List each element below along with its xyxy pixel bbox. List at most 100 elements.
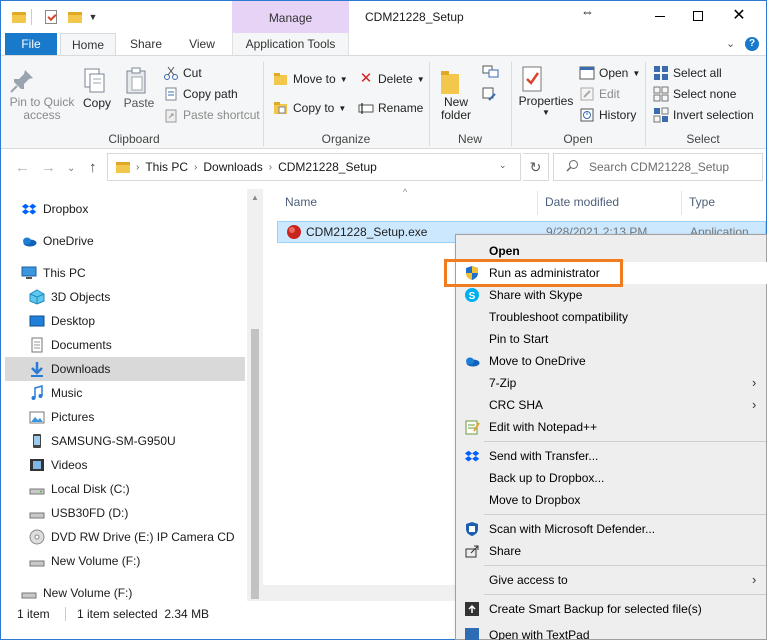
- sidebar-item-documents[interactable]: Documents: [29, 333, 269, 357]
- column-header-type[interactable]: Type: [689, 195, 715, 209]
- menu-item-create-smart-backup[interactable]: Create Smart Backup for selected file(s): [456, 598, 767, 620]
- menu-item-edit-notepadpp[interactable]: Edit with Notepad++: [456, 416, 767, 438]
- copy-path-button[interactable]: Copy path: [163, 85, 238, 103]
- move-to-button[interactable]: Move to ▼: [273, 70, 348, 88]
- copy-to-icon: [273, 100, 289, 116]
- breadcrumb-current[interactable]: CDM21228_Setup: [278, 160, 377, 174]
- menu-item-move-to-dropbox[interactable]: Move to Dropbox: [456, 489, 767, 511]
- invert-selection-button[interactable]: Invert selection: [653, 106, 754, 124]
- new-item-button[interactable]: [481, 64, 505, 85]
- sidebar-item-pictures[interactable]: Pictures: [29, 405, 269, 429]
- collapse-ribbon-icon[interactable]: ⌄: [726, 37, 735, 50]
- easy-access-icon: [481, 86, 497, 102]
- select-none-button[interactable]: Select none: [653, 85, 736, 103]
- sidebar-item-downloads[interactable]: Downloads: [5, 357, 245, 381]
- maximize-button[interactable]: [679, 1, 717, 31]
- menu-item-crc-sha[interactable]: CRC SHA ›: [456, 394, 767, 416]
- back-arrow-icon[interactable]: ←: [15, 159, 30, 176]
- pin-to-quick-access-button[interactable]: Pin to Quick access: [7, 66, 77, 122]
- delete-button[interactable]: ✕ Delete ▼: [358, 70, 425, 88]
- new-folder-button[interactable]: New folder: [435, 66, 477, 122]
- title-bar: ▼ Manage CDM21228_Setup ⇔ ✕: [1, 1, 766, 33]
- nav-pane-scrollbar[interactable]: ▲: [247, 189, 263, 601]
- breadcrumb-this-pc[interactable]: This PC: [145, 160, 188, 174]
- open-icon: [579, 65, 595, 81]
- menu-item-send-with-transfer[interactable]: Send with Transfer...: [456, 445, 767, 467]
- breadcrumb-downloads[interactable]: Downloads: [203, 160, 262, 174]
- open-button[interactable]: Open ▼: [579, 64, 640, 82]
- tab-application-tools[interactable]: Application Tools: [232, 33, 349, 55]
- copy-to-button[interactable]: Copy to ▼: [273, 99, 346, 117]
- scrollbar-thumb[interactable]: [251, 329, 259, 599]
- menu-item-give-access-to[interactable]: Give access to ›: [456, 569, 767, 591]
- column-header-name[interactable]: Name: [285, 195, 317, 209]
- sidebar-item-this-pc[interactable]: This PC: [21, 261, 261, 285]
- scroll-up-icon[interactable]: ▲: [251, 193, 259, 202]
- minimize-button[interactable]: [641, 1, 679, 31]
- sidebar-item-desktop[interactable]: Desktop: [29, 309, 269, 333]
- search-input[interactable]: Search CDM21228_Setup: [553, 153, 763, 181]
- refresh-button[interactable]: ↻: [523, 153, 549, 181]
- tab-share[interactable]: Share: [122, 33, 170, 55]
- menu-item-scan-defender[interactable]: Scan with Microsoft Defender...: [456, 518, 767, 540]
- sidebar-item-dvd[interactable]: DVD RW Drive (E:) IP Camera CD: [29, 525, 259, 549]
- tab-file[interactable]: File: [5, 33, 57, 55]
- address-dropdown-icon[interactable]: ⌄: [499, 160, 507, 171]
- music-icon: [29, 385, 45, 401]
- menu-item-7zip[interactable]: 7-Zip ›: [456, 372, 767, 394]
- tab-view[interactable]: View: [179, 33, 225, 55]
- quick-access-dropdown-icon[interactable]: ▼: [87, 8, 99, 26]
- sidebar-item-new-volume-2[interactable]: New Volume (F:): [21, 581, 261, 605]
- menu-item-share-with-skype[interactable]: S Share with Skype: [456, 284, 767, 306]
- select-all-button[interactable]: Select all: [653, 64, 722, 82]
- paste-icon: [121, 66, 151, 96]
- cut-button[interactable]: Cut: [163, 64, 202, 82]
- divider[interactable]: [537, 191, 538, 215]
- edit-button[interactable]: Edit: [579, 85, 620, 103]
- menu-item-label: Send with Transfer...: [489, 449, 599, 463]
- new-folder-quick-icon[interactable]: [67, 8, 83, 26]
- file-list-horizontal-scrollbar[interactable]: [263, 585, 463, 601]
- sidebar-item-music[interactable]: Music: [29, 381, 269, 405]
- dropdown-arrow-icon: ▼: [632, 68, 641, 78]
- sidebar-item-local-disk[interactable]: Local Disk (C:): [29, 477, 269, 501]
- backup-icon: [464, 601, 480, 617]
- sidebar-item-onedrive[interactable]: OneDrive: [21, 229, 261, 253]
- menu-item-pin-to-start[interactable]: Pin to Start: [456, 328, 767, 350]
- menu-item-share[interactable]: Share: [456, 540, 767, 562]
- sidebar-item-dropbox[interactable]: Dropbox: [21, 197, 261, 221]
- copy-path-icon: [163, 86, 179, 102]
- copy-button[interactable]: Copy: [79, 66, 115, 110]
- easy-access-button[interactable]: [481, 86, 505, 107]
- properties-button[interactable]: Properties ▼: [517, 64, 575, 117]
- menu-item-open-with-textpad[interactable]: Open with TextPad: [456, 624, 767, 640]
- column-header-date[interactable]: Date modified: [545, 195, 619, 209]
- tab-manage[interactable]: Manage: [232, 1, 349, 33]
- menu-item-back-up-to-dropbox[interactable]: Back up to Dropbox...: [456, 467, 767, 489]
- help-icon[interactable]: ?: [745, 37, 759, 51]
- menu-item-label: Edit with Notepad++: [489, 420, 598, 434]
- paste-button[interactable]: Paste: [121, 66, 157, 110]
- sidebar-item-new-volume[interactable]: New Volume (F:): [29, 549, 269, 573]
- rename-button[interactable]: Rename: [358, 99, 423, 117]
- sidebar-item-videos[interactable]: Videos: [29, 453, 269, 477]
- forward-arrow-icon[interactable]: →: [41, 159, 56, 176]
- tab-home[interactable]: Home: [60, 33, 116, 56]
- menu-item-troubleshoot[interactable]: Troubleshoot compatibility: [456, 306, 767, 328]
- paste-shortcut-button[interactable]: Paste shortcut: [163, 106, 260, 124]
- menu-item-run-as-administrator[interactable]: Run as administrator: [456, 262, 767, 284]
- divider[interactable]: [681, 191, 682, 215]
- sidebar-item-3d-objects[interactable]: 3D Objects: [29, 285, 269, 309]
- menu-item-label: Create Smart Backup for selected file(s): [489, 602, 702, 616]
- recent-locations-icon[interactable]: ⌄: [67, 163, 75, 174]
- close-button[interactable]: ✕: [720, 1, 758, 31]
- address-bar[interactable]: › This PC › Downloads › CDM21228_Setup: [107, 153, 521, 181]
- menu-item-open[interactable]: Open: [456, 240, 767, 262]
- selection-info: 1 item selected 2.34 MB: [77, 607, 210, 621]
- sidebar-item-phone[interactable]: SAMSUNG-SM-G950U: [29, 429, 269, 453]
- properties-quick-icon[interactable]: [43, 8, 59, 26]
- history-button[interactable]: History: [579, 106, 636, 124]
- menu-item-move-to-onedrive[interactable]: Move to OneDrive: [456, 350, 767, 372]
- sidebar-item-usb[interactable]: USB30FD (D:): [29, 501, 269, 525]
- up-arrow-icon[interactable]: ↑: [89, 159, 97, 176]
